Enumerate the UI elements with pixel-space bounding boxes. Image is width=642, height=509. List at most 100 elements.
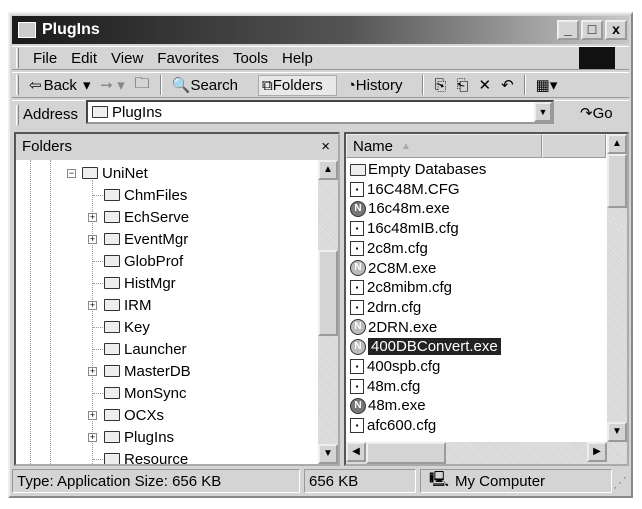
- up-folder-icon[interactable]: 🗀: [135, 73, 150, 98]
- scroll-thumb[interactable]: [318, 250, 338, 336]
- scroll-thumb[interactable]: [366, 442, 446, 464]
- expand-button[interactable]: +: [88, 213, 97, 222]
- files-vertical-scrollbar[interactable]: ▲ ▼: [607, 134, 627, 442]
- menu-file[interactable]: File: [33, 50, 57, 67]
- tree-item[interactable]: PlugIns: [104, 427, 174, 447]
- tree-item[interactable]: MasterDB: [104, 361, 191, 381]
- folders-title: Folders: [22, 137, 73, 155]
- separator: [159, 75, 162, 95]
- history-button[interactable]: ◔ History: [347, 77, 413, 94]
- scroll-up-button[interactable]: ▲: [318, 160, 338, 180]
- tree-item[interactable]: EchServe: [104, 207, 189, 227]
- folder-icon: [104, 453, 120, 464]
- menu-view[interactable]: View: [111, 50, 143, 67]
- file-item[interactable]: ▪ 2c8m.cfg: [350, 239, 428, 258]
- maximize-button[interactable]: □: [581, 20, 603, 40]
- column-header[interactable]: [542, 134, 606, 158]
- file-item[interactable]: N 16c48m.exe: [350, 199, 450, 218]
- file-item[interactable]: ▪ 2drn.cfg: [350, 298, 421, 317]
- tree-line: [93, 393, 103, 394]
- folder-icon: [104, 233, 120, 245]
- close-folders-button[interactable]: ×: [321, 138, 330, 155]
- folder-icon: [104, 365, 120, 377]
- grip: [16, 48, 19, 68]
- undo-icon[interactable]: ↶: [501, 76, 514, 94]
- tree-item[interactable]: GlobProf: [104, 251, 183, 271]
- folders-scrollbar[interactable]: ▲ ▼: [318, 160, 338, 464]
- scroll-down-button[interactable]: ▼: [318, 444, 338, 464]
- config-file-icon: ▪: [350, 221, 364, 237]
- file-item[interactable]: ▪ 16c48mIB.cfg: [350, 219, 459, 238]
- sort-ascending-icon: ▲: [401, 140, 411, 152]
- file-item[interactable]: N 2C8M.exe: [350, 259, 436, 278]
- application-icon: N: [350, 200, 366, 217]
- tree-item[interactable]: HistMgr: [104, 273, 176, 293]
- tree-line: [93, 349, 103, 350]
- tree-item-uninet[interactable]: UniNet: [82, 163, 148, 183]
- tree-item[interactable]: OCXs: [104, 405, 164, 425]
- scroll-down-button[interactable]: ▼: [607, 422, 627, 442]
- tree-item[interactable]: MonSync: [104, 383, 187, 403]
- tree-item[interactable]: EventMgr: [104, 229, 188, 249]
- tree-line: [93, 459, 103, 460]
- folders-button[interactable]: ⧉ Folders: [257, 74, 337, 96]
- forward-button[interactable]: ➙ ▾: [100, 76, 124, 94]
- address-label: Address: [23, 106, 79, 123]
- file-name: 2DRN.exe: [368, 318, 438, 336]
- config-file-icon: ▪: [350, 418, 364, 434]
- expand-button[interactable]: +: [88, 433, 97, 442]
- file-item[interactable]: Empty Databases: [350, 160, 486, 179]
- tree-item[interactable]: ChmFiles: [104, 185, 187, 205]
- files-horizontal-scrollbar[interactable]: ◀ ▶: [346, 442, 627, 464]
- views-icon[interactable]: ▦▾: [536, 76, 558, 94]
- address-dropdown-button[interactable]: ▼: [534, 102, 552, 122]
- file-item[interactable]: N 2DRN.exe: [350, 318, 437, 337]
- back-button[interactable]: ⇦ Back ▾: [29, 76, 90, 95]
- menu-favorites[interactable]: Favorites: [157, 50, 219, 67]
- go-button[interactable]: ↷Go: [580, 104, 613, 122]
- search-button[interactable]: 🔍 Search: [172, 76, 248, 95]
- expand-button[interactable]: +: [88, 411, 97, 420]
- scroll-left-button[interactable]: ◀: [346, 442, 366, 462]
- address-input[interactable]: PlugIns: [86, 100, 554, 124]
- delete-icon[interactable]: ✕: [478, 76, 491, 94]
- resize-grip[interactable]: ⋰: [613, 474, 627, 491]
- config-file-icon: ▪: [350, 240, 364, 256]
- tree-label: ChmFiles: [124, 186, 188, 204]
- tree-label: HistMgr: [124, 274, 176, 292]
- title-bar[interactable]: PlugIns _ □ x: [12, 16, 629, 44]
- move-to-icon[interactable]: ⎘: [434, 77, 446, 94]
- file-item[interactable]: ▪ 2c8mibm.cfg: [350, 278, 452, 297]
- minimize-button[interactable]: _: [557, 20, 579, 40]
- menu-edit[interactable]: Edit: [71, 50, 97, 67]
- file-item[interactable]: ▪ 48m.cfg: [350, 377, 420, 396]
- folders-pane: Folders × − UniNet ChmFiles + EchServe + Eve…: [14, 132, 340, 466]
- copy-to-icon[interactable]: ⎗: [456, 77, 468, 94]
- file-item[interactable]: ▪ afc600.cfg: [350, 416, 436, 435]
- expand-button[interactable]: +: [88, 301, 97, 310]
- name-column-header[interactable]: Name ▲: [346, 134, 542, 158]
- tree-item[interactable]: IRM: [104, 295, 152, 315]
- grip: [16, 104, 19, 125]
- menu-help[interactable]: Help: [282, 50, 313, 67]
- scroll-right-button[interactable]: ▶: [587, 442, 607, 462]
- tree-item[interactable]: Resource: [104, 449, 188, 464]
- folder-icon: [104, 255, 120, 267]
- tree-item[interactable]: Launcher: [104, 339, 187, 359]
- status-info: Type: Application Size: 656 KB: [12, 469, 300, 493]
- computer-icon: 🖳: [429, 470, 450, 488]
- file-item[interactable]: N 400DBConvert.exe: [350, 337, 501, 356]
- collapse-uninet-button[interactable]: −: [67, 169, 76, 178]
- expand-button[interactable]: +: [88, 367, 97, 376]
- file-item[interactable]: ▪ 16C48M.CFG: [350, 180, 460, 199]
- tree-label: MonSync: [124, 384, 187, 402]
- file-item[interactable]: N 48m.exe: [350, 396, 426, 415]
- tree-item[interactable]: Key: [104, 317, 150, 337]
- folder-icon: [82, 167, 98, 179]
- file-item[interactable]: ▪ 400spb.cfg: [350, 357, 440, 376]
- scroll-up-button[interactable]: ▲: [607, 134, 627, 154]
- scroll-thumb[interactable]: [607, 154, 627, 208]
- expand-button[interactable]: +: [88, 235, 97, 244]
- menu-tools[interactable]: Tools: [233, 50, 268, 67]
- close-button[interactable]: x: [605, 20, 627, 40]
